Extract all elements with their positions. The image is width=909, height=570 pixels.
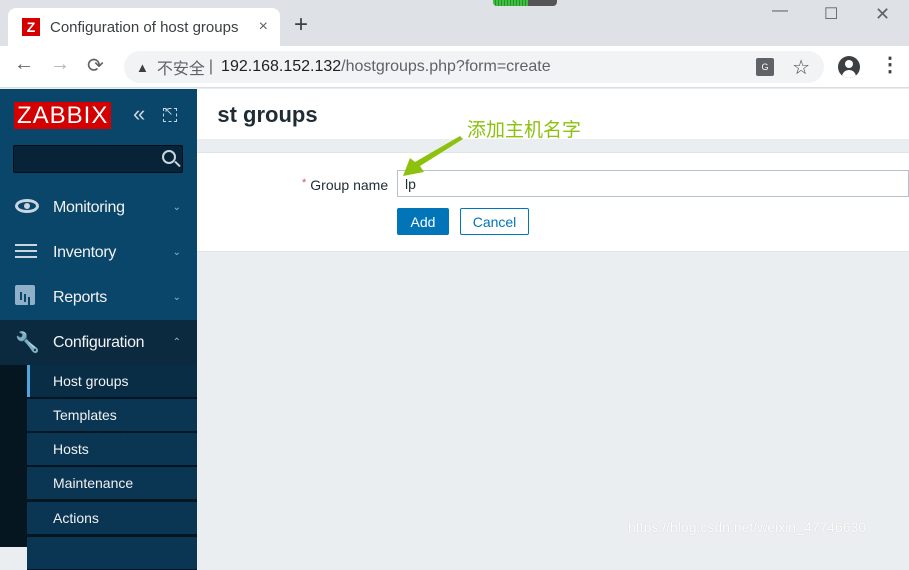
- window-minimize-button[interactable]: —: [772, 2, 788, 20]
- kiosk-mode-icon[interactable]: [163, 105, 177, 122]
- zabbix-favicon-icon: Z: [22, 18, 40, 36]
- browser-toolbar: ← → ⟳ ▲ 不安全 | 192.168.152.132/hostgroups…: [0, 46, 909, 88]
- chevron-down-icon: ⌄: [172, 292, 181, 303]
- collapse-sidebar-icon[interactable]: «: [133, 103, 145, 125]
- sidebar-item-monitoring[interactable]: Monitoring ⌄: [0, 185, 197, 230]
- search-icon[interactable]: [162, 150, 176, 164]
- security-label[interactable]: 不安全: [157, 55, 205, 79]
- sidebar: ZABBIX « Monitoring ⌄ Inventory ⌄ Report…: [0, 89, 197, 570]
- url-text[interactable]: 192.168.152.132/hostgroups.php?form=crea…: [221, 58, 756, 76]
- browser-tabstrip: Z Configuration of host groups × + — ☐ ✕: [0, 0, 909, 46]
- sidebar-item-inventory[interactable]: Inventory ⌄: [0, 230, 197, 275]
- host-group-form: *Group name Add Cancel: [197, 152, 909, 252]
- browser-menu-icon[interactable]: ⋮: [880, 55, 900, 75]
- watermark: https://blog.csdn.net/weixin_47746630: [628, 519, 867, 535]
- window-close-button[interactable]: ✕: [875, 4, 890, 25]
- window-maximize-button[interactable]: ☐: [824, 4, 838, 24]
- group-name-label: * Group name: [302, 177, 389, 193]
- annotation-arrow-icon: [403, 136, 463, 176]
- configuration-submenu: Host groups Templates Hosts Maintenance …: [0, 365, 197, 570]
- translate-icon[interactable]: G: [756, 58, 775, 76]
- address-bar[interactable]: ▲ 不安全 | 192.168.152.132/hostgroups.php?f…: [124, 51, 824, 83]
- download-progress-indicator: [493, 0, 557, 6]
- submenu-item-templates[interactable]: Templates: [27, 399, 197, 432]
- url-separator: |: [208, 58, 214, 75]
- sidebar-search: [13, 145, 183, 173]
- browser-tab[interactable]: Z Configuration of host groups ×: [8, 8, 280, 46]
- required-marker: *: [302, 177, 307, 189]
- sidebar-item-label: Monitoring: [53, 198, 125, 216]
- profile-avatar-icon[interactable]: [838, 56, 860, 78]
- url-host: 192.168.152.132: [221, 58, 342, 75]
- submenu-item-maintenance[interactable]: Maintenance: [27, 467, 197, 500]
- eye-icon: [15, 199, 39, 213]
- sidebar-item-label: Configuration: [53, 333, 145, 351]
- report-chart-icon: [15, 284, 35, 305]
- cancel-button[interactable]: Cancel: [460, 208, 529, 235]
- sidebar-item-reports[interactable]: Reports ⌄: [0, 275, 197, 320]
- submenu-item-host-groups[interactable]: Host groups: [27, 365, 197, 398]
- submenu-item-actions[interactable]: Actions: [27, 502, 197, 535]
- url-path: /hostgroups.php?form=create: [341, 58, 551, 75]
- reload-button[interactable]: ⟳: [87, 53, 104, 78]
- sidebar-item-label: Inventory: [53, 243, 117, 261]
- new-tab-button[interactable]: +: [294, 13, 308, 37]
- submenu-item-next[interactable]: [27, 537, 197, 570]
- tab-title: Configuration of host groups: [50, 18, 239, 36]
- submenu-item-hosts[interactable]: Hosts: [27, 433, 197, 466]
- tab-close-icon[interactable]: ×: [259, 18, 268, 36]
- forward-button[interactable]: →: [50, 53, 70, 76]
- annotation-text: 添加主机名字: [467, 120, 582, 141]
- chevron-up-icon: ⌃: [172, 337, 181, 348]
- warning-icon[interactable]: ▲: [136, 60, 149, 75]
- sidebar-search-input[interactable]: [14, 146, 154, 172]
- list-icon: [15, 244, 37, 258]
- sidebar-item-configuration[interactable]: 🔧 Configuration ⌃: [0, 320, 197, 365]
- group-name-input[interactable]: [397, 170, 909, 197]
- chevron-down-icon: ⌄: [172, 202, 181, 213]
- add-button[interactable]: Add: [397, 208, 449, 235]
- zabbix-logo[interactable]: ZABBIX: [14, 102, 112, 129]
- sidebar-item-label: Reports: [53, 288, 107, 306]
- bookmark-star-icon[interactable]: ☆: [792, 55, 810, 80]
- chevron-down-icon: ⌄: [172, 247, 181, 258]
- back-button[interactable]: ←: [14, 53, 34, 76]
- page-title: Host groups: [217, 102, 318, 127]
- wrench-icon: 🔧: [15, 332, 40, 354]
